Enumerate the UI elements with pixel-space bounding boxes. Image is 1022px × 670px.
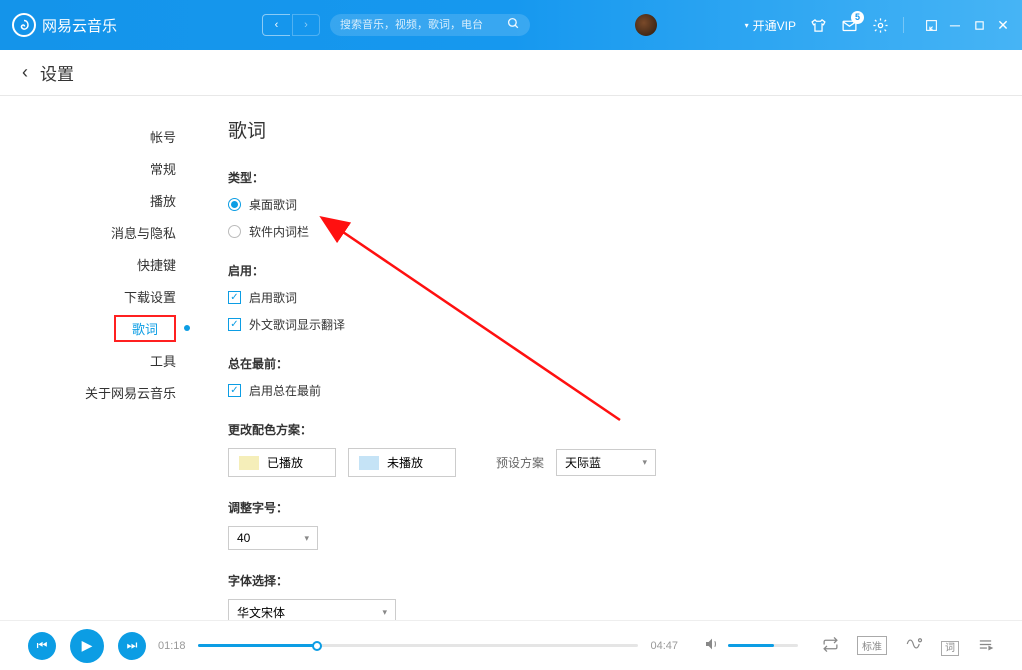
swatch-played (239, 456, 259, 470)
checkbox-icon: ✓ (228, 384, 241, 397)
app-name: 网易云音乐 (42, 15, 117, 36)
chevron-down-icon: ▾ (382, 607, 387, 618)
close-icon[interactable]: ✕ (996, 17, 1010, 34)
section-heading: 歌词 (228, 116, 992, 143)
vip-link[interactable]: ▾ 开通VIP (745, 17, 796, 34)
fontsize-select[interactable]: 40 ▾ (228, 526, 318, 550)
color-played-button[interactable]: 已播放 (228, 448, 336, 477)
total-time: 04:47 (650, 640, 678, 652)
chevron-down-icon: ▾ (304, 533, 309, 544)
type-label: 类型： (228, 169, 992, 186)
enable-label: 启用： (228, 262, 992, 279)
page-title: 设置 (40, 60, 74, 85)
volume-slider[interactable] (728, 644, 798, 647)
checkbox-enable-lyrics[interactable]: ✓ 启用歌词 (228, 289, 992, 306)
font-label: 字体选择： (228, 572, 992, 589)
chevron-down-icon: ▾ (642, 457, 647, 468)
search-input[interactable] (340, 19, 507, 31)
mini-mode-icon[interactable] (924, 17, 938, 34)
checkbox-icon: ✓ (228, 318, 241, 331)
player-bar: ⏮ ▶ ⏭ 01:18 04:47 标准 词 (0, 620, 1022, 670)
back-button[interactable]: ‹ (22, 62, 28, 83)
settings-sidebar: 帐号 常规 播放 消息与隐私 快捷键 下载设置 歌词 工具 关于网易云音乐 (0, 96, 198, 620)
fontsize-label: 调整字号： (228, 499, 992, 516)
nav-back-button[interactable]: ‹ (262, 14, 290, 36)
current-time: 01:18 (158, 640, 186, 652)
search-icon[interactable] (507, 17, 520, 33)
sidebar-item-playback[interactable]: 播放 (0, 184, 198, 216)
sidebar-item-shortcuts[interactable]: 快捷键 (0, 248, 198, 280)
sidebar-item-privacy[interactable]: 消息与隐私 (0, 216, 198, 248)
minimize-icon[interactable]: ─ (948, 17, 962, 34)
radio-desktop-lyrics[interactable]: 桌面歌词 (228, 196, 992, 213)
skin-icon[interactable] (810, 17, 827, 34)
playlist-icon[interactable] (977, 636, 994, 656)
nav-arrows: ‹ › (262, 14, 320, 36)
alwaystop-label: 总在最前： (228, 355, 992, 372)
effects-icon[interactable] (905, 635, 923, 656)
color-unplayed-button[interactable]: 未播放 (348, 448, 456, 477)
loop-icon[interactable] (822, 636, 839, 656)
quality-button[interactable]: 标准 (857, 636, 887, 655)
topbar: 网易云音乐 ‹ › ▾ 开通VIP 5 ─ ✕ (0, 0, 1022, 50)
settings-icon[interactable] (872, 17, 889, 34)
preset-label: 预设方案 (496, 454, 544, 471)
logo-icon (12, 13, 36, 37)
app-logo: 网易云音乐 (12, 13, 117, 37)
sidebar-item-account[interactable]: 帐号 (0, 120, 198, 152)
mail-icon[interactable]: 5 (841, 17, 858, 34)
radio-icon (228, 225, 241, 238)
prev-button[interactable]: ⏮ (28, 632, 56, 660)
color-scheme-label: 更改配色方案： (228, 421, 992, 438)
sidebar-item-about[interactable]: 关于网易云音乐 (0, 376, 198, 408)
progress-bar[interactable] (198, 644, 639, 647)
checkbox-translate[interactable]: ✓ 外文歌词显示翻译 (228, 316, 992, 333)
sidebar-item-general[interactable]: 常规 (0, 152, 198, 184)
swatch-unplayed (359, 456, 379, 470)
divider (903, 17, 904, 33)
maximize-icon[interactable] (972, 17, 986, 34)
sidebar-item-lyrics[interactable]: 歌词 (0, 312, 198, 344)
radio-inapp-lyrics[interactable]: 软件内词栏 (228, 223, 992, 240)
avatar[interactable] (635, 14, 657, 36)
checkbox-always-top[interactable]: ✓ 启用总在最前 (228, 382, 992, 399)
sidebar-item-tools[interactable]: 工具 (0, 344, 198, 376)
search-box[interactable] (330, 14, 530, 36)
play-button[interactable]: ▶ (70, 629, 104, 663)
font-select[interactable]: 华文宋体 ▾ (228, 599, 396, 620)
nav-forward-button[interactable]: › (292, 14, 320, 36)
settings-content: 歌词 类型： 桌面歌词 软件内词栏 启用： ✓ 启用歌词 ✓ 外文歌词显示翻译 … (198, 96, 1022, 620)
volume-icon[interactable] (704, 636, 720, 655)
mail-badge: 5 (851, 11, 864, 24)
checkbox-icon: ✓ (228, 291, 241, 304)
sidebar-item-download[interactable]: 下载设置 (0, 280, 198, 312)
next-button[interactable]: ⏭ (118, 632, 146, 660)
settings-header: ‹ 设置 (0, 50, 1022, 96)
radio-icon (228, 198, 241, 211)
preset-select[interactable]: 天际蓝 ▾ (556, 449, 656, 476)
lyrics-toggle[interactable]: 词 (941, 638, 959, 654)
